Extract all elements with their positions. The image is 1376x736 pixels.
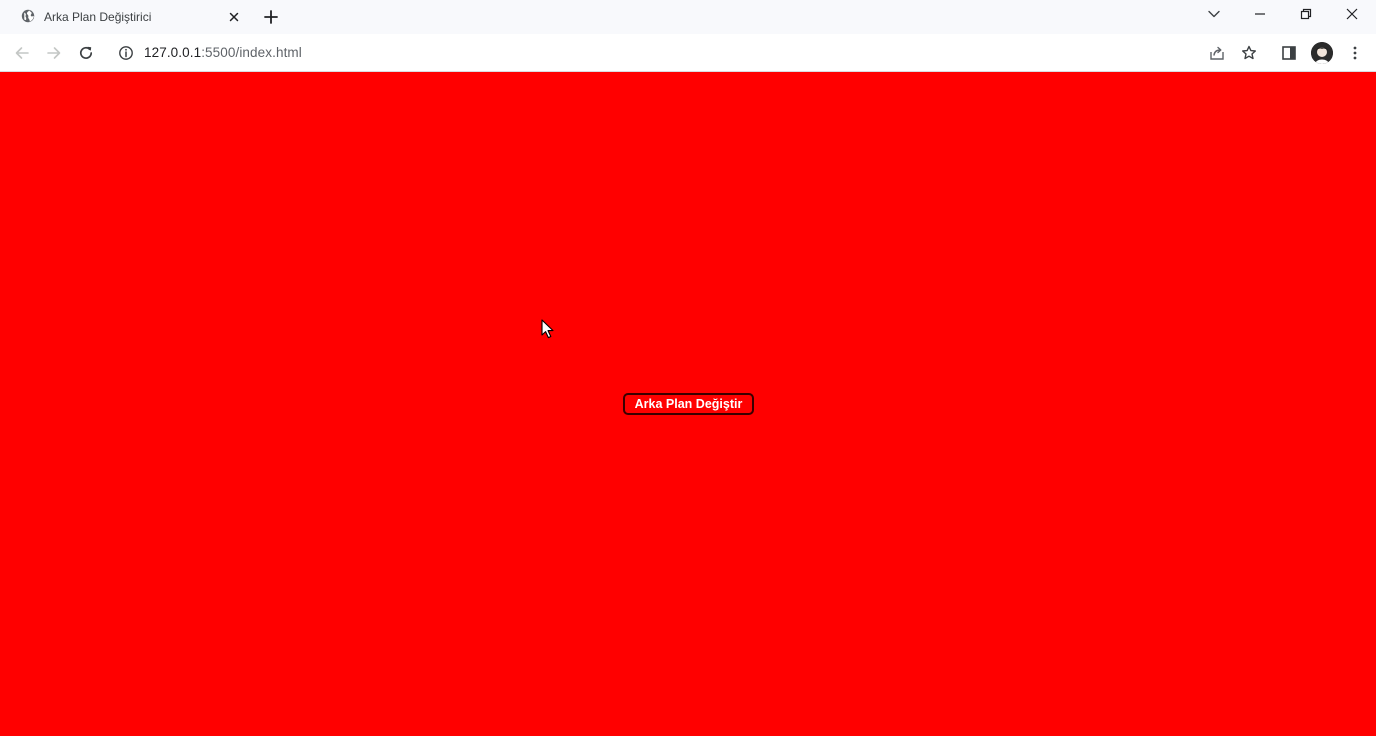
tab-strip: Arka Plan Değiştirici xyxy=(0,0,1376,34)
tab-title: Arka Plan Değiştirici xyxy=(44,10,152,24)
side-panel-icon[interactable] xyxy=(1280,44,1298,62)
close-icon[interactable] xyxy=(226,9,242,25)
chevron-down-icon[interactable] xyxy=(1206,6,1222,22)
window-close-icon[interactable] xyxy=(1344,6,1360,22)
avatar[interactable] xyxy=(1311,42,1333,64)
share-icon[interactable] xyxy=(1208,44,1226,62)
profile-picture xyxy=(1311,42,1333,64)
new-tab-icon[interactable] xyxy=(262,8,280,26)
browser-window: Arka Plan Değiştirici 127.0.0.1:5500/ind… xyxy=(0,0,1376,736)
more-vertical-icon[interactable] xyxy=(1346,44,1364,62)
address-bar[interactable]: 127.0.0.1:5500/index.html xyxy=(144,45,302,60)
restore-icon[interactable] xyxy=(1298,6,1314,22)
arrow-left-icon[interactable] xyxy=(13,44,31,62)
mouse-cursor-icon xyxy=(541,319,554,339)
tab-active[interactable]: Arka Plan Değiştirici xyxy=(8,0,254,34)
url-path: :5500/index.html xyxy=(201,45,302,60)
change-background-button[interactable]: Arka Plan Değiştir xyxy=(623,393,754,415)
page-content: Arka Plan Değiştir xyxy=(0,72,1376,736)
browser-toolbar: 127.0.0.1:5500/index.html xyxy=(0,34,1376,72)
info-icon[interactable] xyxy=(118,45,134,61)
globe-icon xyxy=(21,9,35,23)
arrow-right-icon[interactable] xyxy=(45,44,63,62)
star-icon[interactable] xyxy=(1240,44,1258,62)
url-host: 127.0.0.1 xyxy=(144,45,202,60)
minimize-icon[interactable] xyxy=(1252,6,1268,22)
reload-icon[interactable] xyxy=(77,44,95,62)
